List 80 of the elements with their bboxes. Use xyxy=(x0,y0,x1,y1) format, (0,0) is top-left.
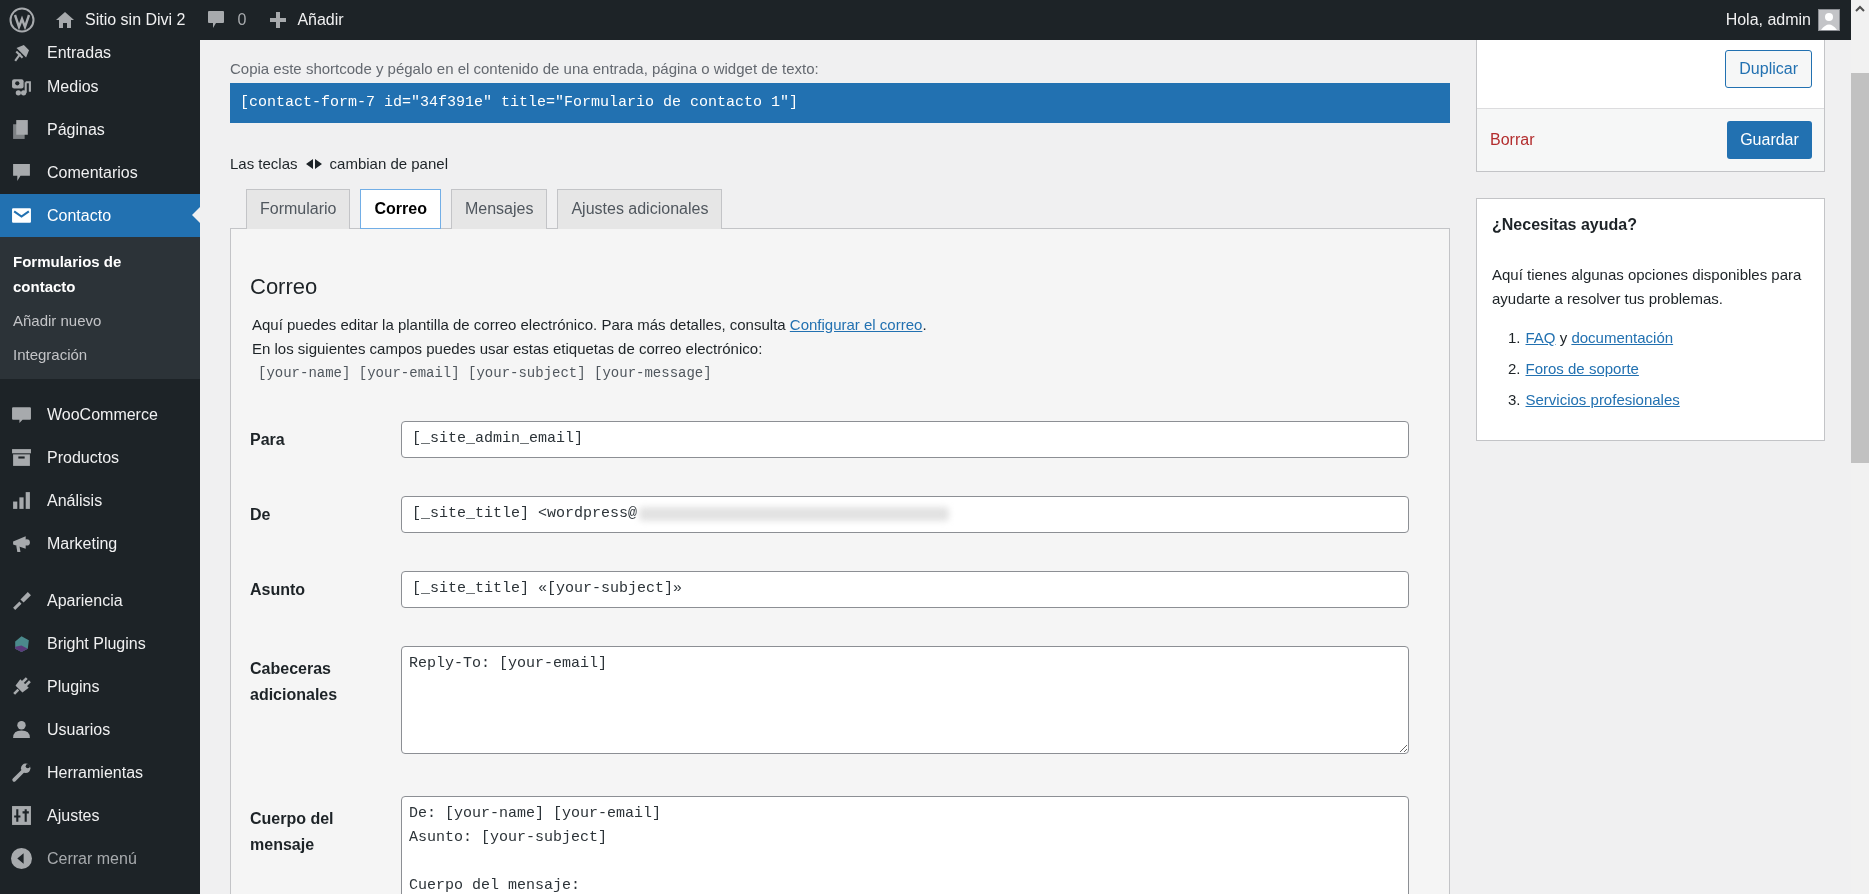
scroll-up-icon[interactable] xyxy=(1855,5,1865,12)
comment-icon[interactable] xyxy=(207,10,226,30)
configure-mail-link[interactable]: Configurar el correo xyxy=(789,315,923,333)
field-label: Para xyxy=(250,429,286,450)
megaphone-icon xyxy=(11,533,32,554)
new-link[interactable]: Añadir xyxy=(297,8,344,32)
wordpress-logo-icon[interactable] xyxy=(9,7,35,33)
comment-icon xyxy=(11,162,32,183)
text-area[interactable]: De: [your-name] [your-email] Asunto: [your-subject] Cuerpo del mensaje: xyxy=(401,795,1409,894)
user-icon xyxy=(11,719,32,740)
sidebar-item[interactable]: Medios xyxy=(0,65,200,108)
tags-hint: En los siguientes campos puedes usar estas etiquetas de correo electrónico: xyxy=(252,338,764,359)
sidebar-item[interactable]: Marketing xyxy=(0,522,200,565)
sidebar-item[interactable]: Usuarios xyxy=(0,708,200,751)
list-number: 1. xyxy=(1508,328,1521,348)
text-field[interactable]: [_site_title] «[your-subject]» xyxy=(401,570,1409,608)
sidebar-item[interactable]: Comentarios xyxy=(0,151,200,194)
text-field[interactable]: [_site_title] <wordpress@ xyxy=(401,495,1409,533)
save-button[interactable]: Guardar xyxy=(1727,121,1812,159)
sidebar-item[interactable]: Herramientas xyxy=(0,751,200,794)
help-text: Aquí tienes algunas opciones disponibles para ayudarte a resolver tus problemas. xyxy=(1492,265,1803,309)
home-icon xyxy=(55,10,75,30)
media-icon xyxy=(11,76,32,97)
help-link[interactable]: documentación xyxy=(1571,326,1674,350)
tab[interactable]: Mensajes xyxy=(450,188,548,229)
help-text: y xyxy=(1558,328,1569,348)
submenu-item[interactable]: Añadir nuevo xyxy=(0,308,200,333)
sidebar-item[interactable]: Contacto xyxy=(0,194,200,237)
sidebar-item[interactable]: Bright Plugins xyxy=(0,622,200,665)
site-name-link[interactable]: Sitio sin Divi 2 xyxy=(85,8,186,32)
sidebar-item[interactable]: Productos xyxy=(0,436,200,479)
help-link[interactable]: FAQ xyxy=(1525,326,1556,350)
sliders-icon xyxy=(11,805,32,826)
text-field[interactable]: [_site_admin_email] xyxy=(401,420,1409,458)
speech-bubble-icon xyxy=(11,404,32,425)
submenu-item[interactable]: Formularios de contacto xyxy=(0,249,200,299)
comment-count: 0 xyxy=(237,10,247,30)
current-pointer xyxy=(192,207,200,223)
sidebar-item[interactable]: Entradas xyxy=(0,40,200,65)
collapse-menu-link[interactable]: Cerrar menú xyxy=(47,846,137,871)
shortcode-field[interactable]: [contact-form-7 id="34f391e" title="Formulario de contacto 1"] xyxy=(230,83,1450,123)
wrench-icon xyxy=(11,762,32,783)
scrollbar-thumb[interactable] xyxy=(1851,73,1869,463)
sidebar-item[interactable]: Ajustes xyxy=(0,794,200,837)
help-link[interactable]: Servicios profesionales xyxy=(1525,388,1680,412)
duplicate-button[interactable]: Duplicar xyxy=(1725,50,1812,88)
bar-chart-icon xyxy=(11,490,32,511)
mail-tags: [your-name] [your-email] [your-subject] [your-message] xyxy=(258,360,1409,385)
left-right-arrows-icon xyxy=(305,159,322,170)
field-label: De xyxy=(250,504,272,525)
keys-hint-text: Las teclas xyxy=(230,154,298,174)
field-label: Cabeceras adicionales xyxy=(250,658,339,705)
sidebar-item[interactable]: Plugins xyxy=(0,665,200,708)
envelope-icon xyxy=(11,205,32,226)
help-link[interactable]: Foros de soporte xyxy=(1525,357,1639,381)
keys-hint-text: cambian de panel xyxy=(329,154,448,174)
field-label: Cuerpo del mensaje xyxy=(250,808,335,855)
panel-heading: Correo xyxy=(250,272,319,301)
delete-link[interactable]: Borrar xyxy=(1490,128,1535,152)
sidebar-item[interactable]: WooCommerce xyxy=(0,393,200,436)
plug-icon xyxy=(11,676,32,697)
help-title: ¿Necesitas ayuda? xyxy=(1492,215,1638,235)
list-number: 2. xyxy=(1508,359,1521,379)
panel-description: Aquí puedes editar la plantilla de correo electrónico. Para más detalles, consulta Configurar el correo. xyxy=(252,314,928,335)
plus-icon[interactable] xyxy=(270,12,287,28)
sidebar-item[interactable]: Páginas xyxy=(0,108,200,151)
text-area[interactable]: Reply-To: [your-email] xyxy=(401,645,1409,754)
collapse-icon[interactable] xyxy=(11,848,32,869)
user-greeting-link[interactable]: Hola, admin xyxy=(1725,8,1811,32)
tab[interactable]: Correo xyxy=(360,188,441,229)
sidebar-item[interactable]: Apariencia xyxy=(0,579,200,622)
sidebar-item[interactable]: Análisis xyxy=(0,479,200,522)
tab[interactable]: Formulario xyxy=(246,188,351,229)
field-label: Asunto xyxy=(250,579,307,600)
shortcode-hint: Copia este shortcode y pégalo en el contenido de una entrada, página o widget de texto: xyxy=(230,59,820,79)
list-number: 3. xyxy=(1508,390,1521,410)
tab[interactable]: Ajustes adicionales xyxy=(557,188,723,229)
avatar-icon[interactable] xyxy=(1818,9,1840,31)
archive-box-icon xyxy=(11,447,32,468)
submenu-item[interactable]: Integración xyxy=(0,342,200,367)
